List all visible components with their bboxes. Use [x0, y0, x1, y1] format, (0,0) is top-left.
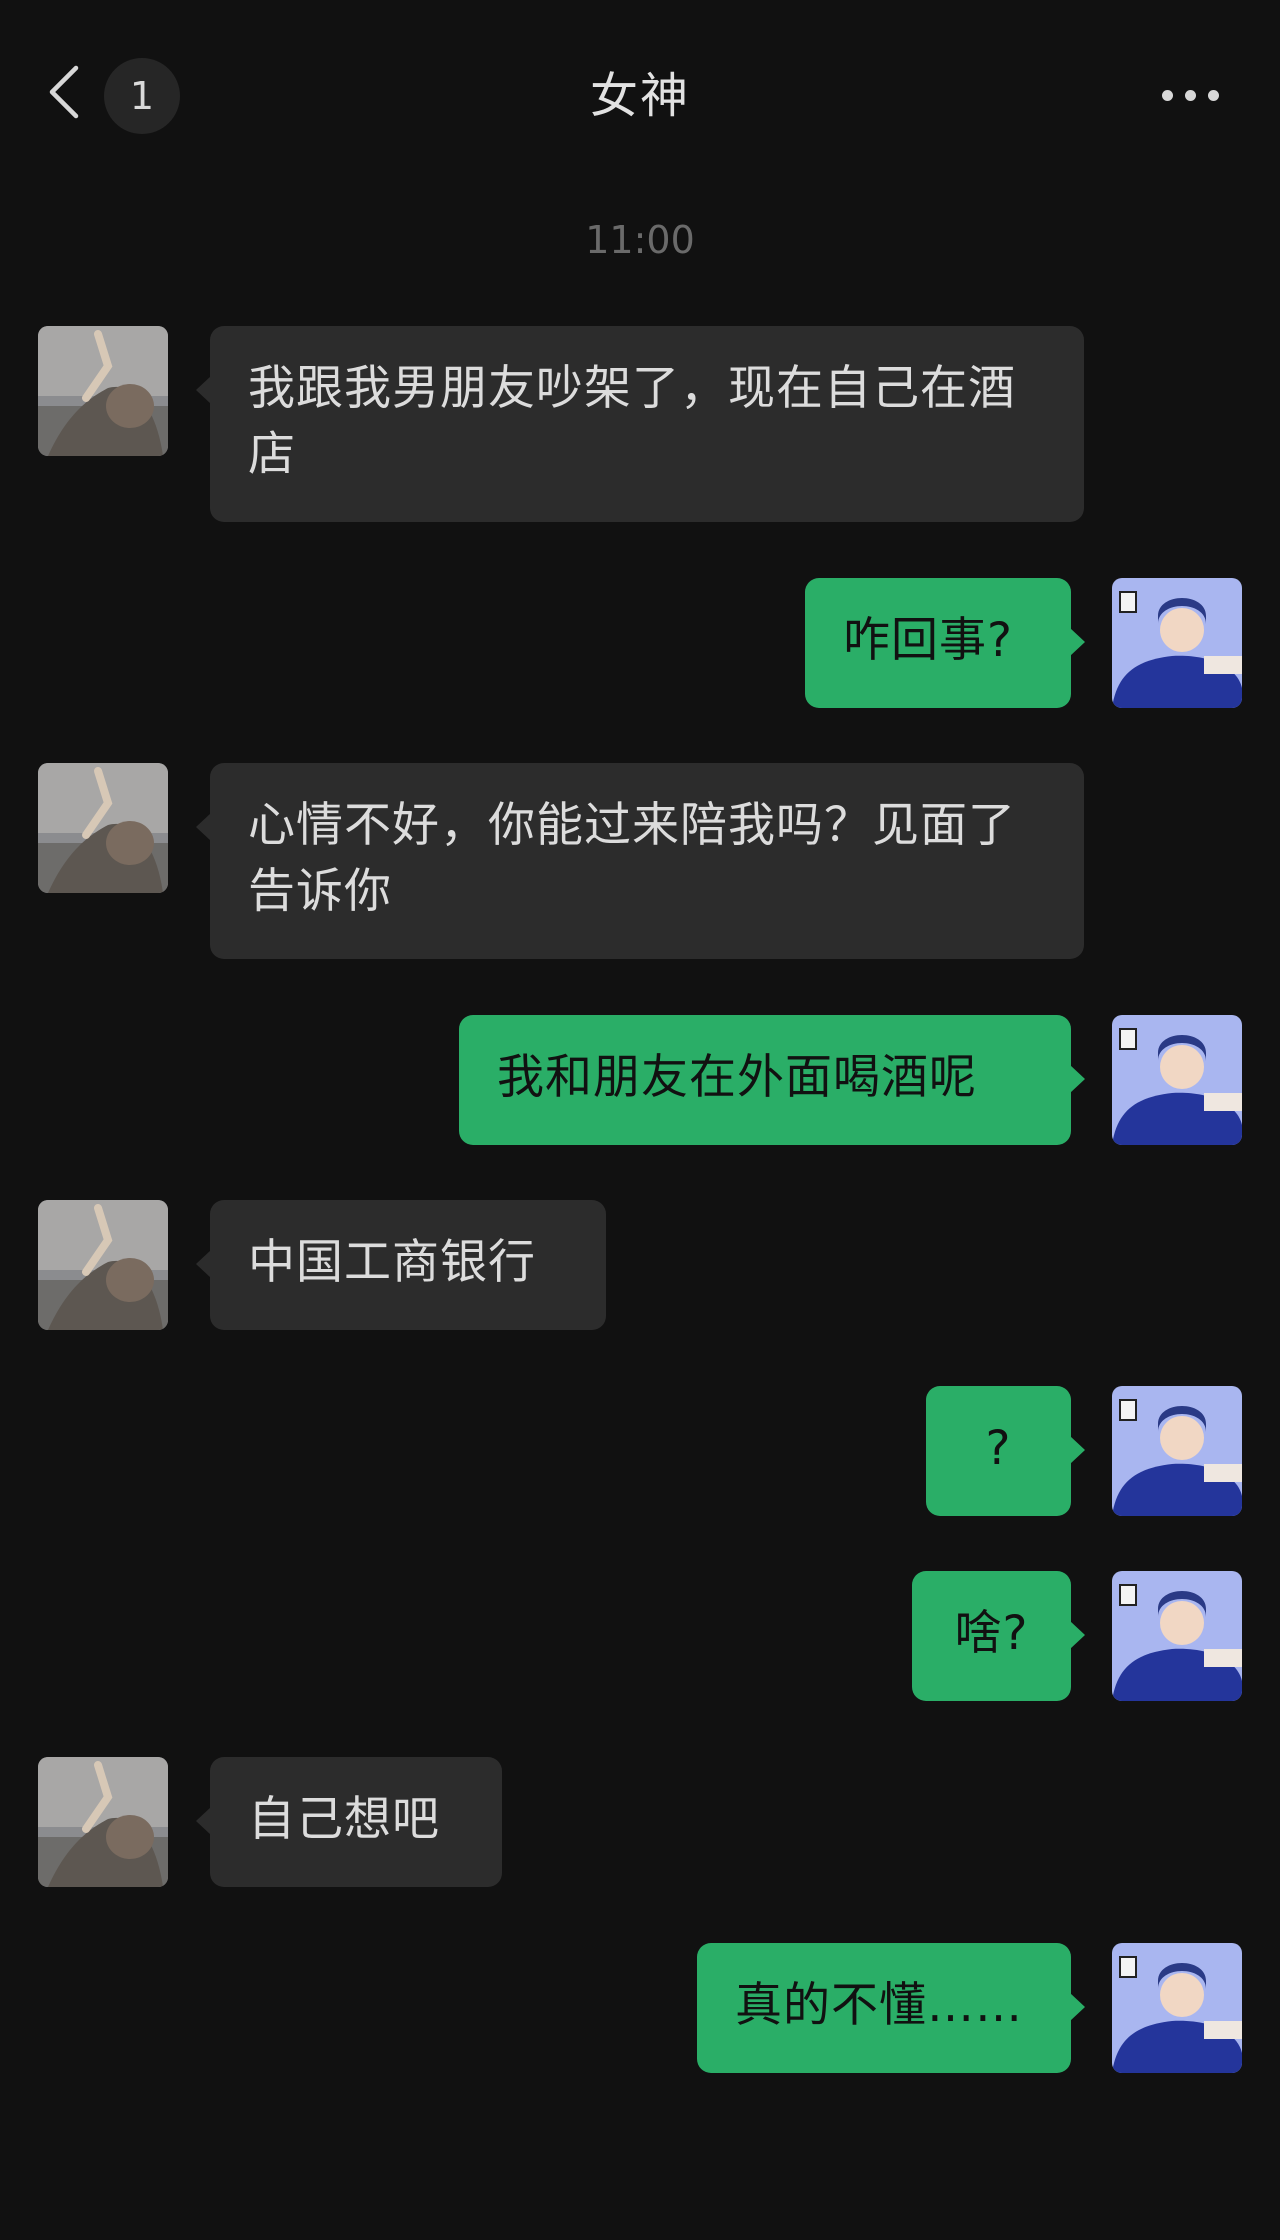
message-bubble-incoming[interactable]: 自己想吧 [196, 1757, 502, 1887]
message-bubble-outgoing[interactable]: 咋回事? [805, 578, 1085, 708]
message-bubble-outgoing[interactable]: 真的不懂…… [697, 1943, 1085, 2073]
contact-avatar[interactable] [38, 763, 168, 893]
contact-avatar[interactable] [38, 1757, 168, 1887]
self-avatar[interactable] [1112, 1571, 1242, 1701]
contact-avatar[interactable] [38, 1200, 168, 1330]
chat-title: 女神 [589, 68, 690, 124]
self-avatar[interactable] [1112, 1386, 1242, 1516]
self-avatar[interactable] [1112, 1015, 1242, 1145]
more-options-button[interactable] [1160, 86, 1220, 106]
message-timestamp: 11:00 [585, 218, 695, 262]
message-bubble-outgoing[interactable]: 我和朋友在外面喝酒呢 [459, 1015, 1085, 1145]
message-bubble-outgoing[interactable]: ? [926, 1386, 1085, 1516]
chat-header: 1 女神 [0, 0, 1280, 200]
self-avatar[interactable] [1112, 578, 1242, 708]
message-bubble-incoming[interactable]: 心情不好，你能过来陪我吗？见面了告诉你 [196, 763, 1084, 959]
contact-avatar[interactable] [38, 326, 168, 456]
message-bubble-incoming[interactable]: 我跟我男朋友吵架了，现在自己在酒店 [196, 326, 1084, 522]
more-dots-icon [1162, 90, 1173, 101]
message-bubble-outgoing[interactable]: 啥? [912, 1571, 1085, 1701]
self-avatar[interactable] [1112, 1943, 1242, 2073]
message-bubble-incoming[interactable]: 中国工商银行 [196, 1200, 606, 1330]
